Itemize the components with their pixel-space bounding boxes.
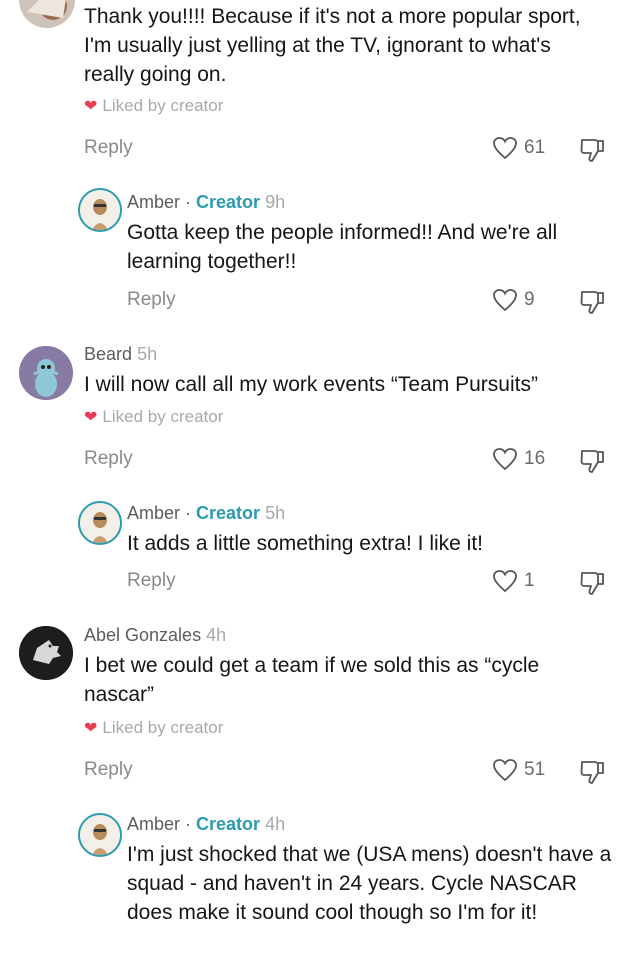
comment-time: 5h: [137, 344, 158, 364]
reply-button[interactable]: Reply: [127, 289, 176, 311]
like-count: 9: [524, 289, 535, 310]
heart-outline-icon: [493, 570, 517, 593]
reply-button[interactable]: Reply: [84, 448, 133, 470]
comment-item: Abel Gonzales 4h I bet we could get a te…: [0, 620, 625, 800]
heart-outline-icon: [493, 137, 517, 160]
reply-item: Amber · Creator 4h I'm just shocked that…: [0, 808, 625, 960]
comment-author-line: Abel Gonzales 4h: [84, 625, 226, 646]
creator-avatar[interactable]: [78, 501, 122, 545]
user-avatar[interactable]: [19, 626, 73, 680]
comment-author-line: Amber · Creator 5h: [127, 503, 286, 523]
comment-time: 9h: [265, 192, 286, 212]
creator-avatar[interactable]: [78, 188, 122, 232]
reply-button[interactable]: Reply: [84, 759, 133, 781]
comment-time: 4h: [265, 814, 286, 834]
comment-item: Thank you!!!! Because if it's not a more…: [0, 0, 625, 180]
heart-filled-icon: ❤: [84, 409, 98, 426]
thumbs-down-icon[interactable]: [578, 569, 606, 597]
reply-button[interactable]: Reply: [84, 137, 133, 159]
like-count: 61: [524, 137, 546, 158]
comment-text: I will now call all my work events “Team…: [84, 373, 538, 396]
liked-by-creator: ❤ Liked by creator: [84, 407, 224, 426]
creator-badge: Creator: [196, 192, 261, 212]
heart-outline-icon: [493, 759, 517, 782]
thumbs-down-icon[interactable]: [578, 758, 606, 786]
like-count: 16: [524, 448, 546, 469]
comment-text: Thank you!!!! Because if it's not a more…: [84, 5, 581, 86]
user-avatar[interactable]: [19, 346, 73, 400]
comment-author-line: Amber · Creator 4h: [127, 814, 286, 834]
liked-by-creator: ❤ Liked by creator: [84, 96, 224, 115]
reply-item: Amber · Creator 9h Gotta keep the people…: [0, 185, 625, 325]
user-avatar[interactable]: [19, 0, 75, 28]
thumbs-down-icon[interactable]: [578, 136, 606, 164]
heart-outline-icon: [493, 448, 517, 471]
comment-text: It adds a little something extra! I like…: [127, 532, 483, 555]
like-button[interactable]: 61: [492, 136, 545, 160]
heart-filled-icon: ❤: [84, 98, 98, 115]
like-button[interactable]: 51: [492, 758, 545, 782]
comment-time: 5h: [265, 503, 286, 523]
creator-badge: Creator: [196, 814, 261, 834]
creator-badge: Creator: [196, 503, 261, 523]
author-name[interactable]: Abel Gonzales: [84, 625, 201, 645]
comment-text: I'm just shocked that we (USA mens) does…: [127, 843, 612, 924]
reply-button[interactable]: Reply: [127, 570, 176, 592]
like-count: 51: [524, 759, 546, 780]
heart-outline-icon: [493, 289, 517, 312]
author-name[interactable]: Amber: [127, 814, 180, 834]
comment-author-line: Beard 5h: [84, 344, 157, 365]
comment-text: Gotta keep the people informed!! And we'…: [127, 221, 558, 273]
thumbs-down-icon[interactable]: [578, 447, 606, 475]
comment-time: 4h: [206, 625, 227, 645]
like-button[interactable]: 1: [492, 569, 535, 593]
liked-by-creator: ❤ Liked by creator: [84, 718, 224, 737]
comment-text: I bet we could get a team if we sold thi…: [84, 654, 540, 706]
like-button[interactable]: 16: [492, 447, 545, 471]
comment-item: Beard 5h I will now call all my work eve…: [0, 340, 625, 490]
reply-item: Amber · Creator 5h It adds a little some…: [0, 498, 625, 608]
heart-filled-icon: ❤: [84, 720, 98, 737]
like-button[interactable]: 9: [492, 288, 535, 312]
comment-author-line: Amber · Creator 9h: [127, 192, 286, 212]
like-count: 1: [524, 570, 535, 591]
creator-avatar[interactable]: [78, 813, 122, 857]
author-name[interactable]: Beard: [84, 344, 132, 364]
thumbs-down-icon[interactable]: [578, 288, 606, 316]
author-name[interactable]: Amber: [127, 503, 180, 523]
author-name[interactable]: Amber: [127, 192, 180, 212]
